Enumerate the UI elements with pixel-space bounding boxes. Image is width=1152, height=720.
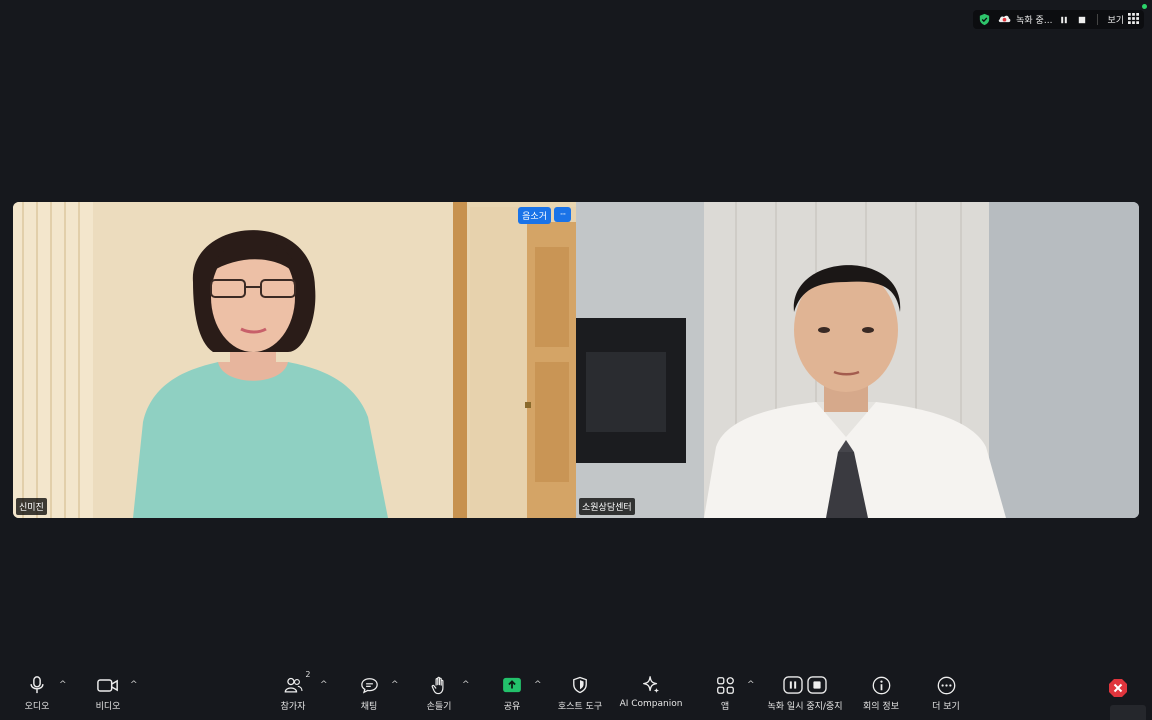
grid-icon	[1128, 12, 1139, 27]
status-dot	[1142, 4, 1147, 9]
participant-video	[13, 202, 576, 518]
more-label: 더 보기	[932, 702, 960, 712]
pause-icon[interactable]	[1058, 14, 1070, 26]
audio-label: 오디오	[24, 702, 50, 712]
raise-hand-button[interactable]: 손들기	[399, 672, 479, 712]
participant-video	[576, 202, 1139, 518]
video-tile-participant-2[interactable]: 소원상담센터	[576, 202, 1139, 518]
record-stop-icon[interactable]	[807, 676, 827, 694]
info-icon	[872, 672, 891, 698]
more-icon	[937, 672, 956, 698]
stop-icon[interactable]	[1076, 14, 1088, 26]
view-label: 보기	[1107, 16, 1124, 26]
recording-control-label: 녹화 일시 중지/중지	[767, 702, 843, 712]
chat-label: 채팅	[360, 702, 378, 712]
apps-button[interactable]: 앱	[685, 672, 765, 712]
recording-control-button[interactable]: 녹화 일시 중지/중지	[760, 672, 850, 712]
apps-label: 앱	[720, 702, 730, 712]
meeting-info-label: 회의 정보	[863, 702, 899, 712]
raise-hand-label: 손들기	[426, 702, 452, 712]
chat-options-caret[interactable]: ^	[391, 680, 399, 690]
participant-name: 소원상담센터	[579, 498, 635, 515]
video-button[interactable]: 비디오	[68, 672, 148, 712]
audio-button[interactable]: 오디오	[0, 672, 77, 712]
record-pause-icon[interactable]	[783, 676, 803, 694]
tile-more-button[interactable]: ···	[554, 207, 571, 222]
end-meeting-button[interactable]	[1108, 678, 1128, 698]
participants-options-caret[interactable]: ^	[320, 680, 328, 690]
participants-button[interactable]: 2 참가자	[253, 670, 333, 712]
share-label: 공유	[503, 702, 521, 712]
people-icon: 2	[284, 670, 311, 698]
recording-control-icons	[783, 672, 827, 698]
more-button[interactable]: 더 보기	[906, 672, 986, 712]
divider	[1097, 14, 1099, 25]
participants-label: 참가자	[280, 702, 306, 712]
camera-icon	[97, 672, 119, 698]
chat-icon	[360, 672, 379, 698]
cloud-record-icon	[997, 13, 1012, 27]
hand-icon	[431, 672, 448, 698]
video-options-caret[interactable]: ^	[130, 680, 138, 690]
chat-button[interactable]: 채팅	[329, 672, 409, 712]
shield-icon[interactable]	[978, 13, 991, 26]
mute-button[interactable]: 음소거	[518, 207, 551, 224]
host-tools-button[interactable]: 호스트 도구	[540, 672, 620, 712]
mic-icon	[28, 672, 46, 698]
self-view-thumbnail[interactable]	[1110, 705, 1146, 720]
participant-name: 신미진	[16, 498, 47, 515]
host-shield-icon	[572, 672, 588, 698]
ai-companion-button[interactable]: AI Companion	[611, 672, 691, 709]
meeting-status-bar: 녹화 중... 보기	[973, 10, 1144, 29]
host-tools-label: 호스트 도구	[557, 702, 603, 712]
apps-options-caret[interactable]: ^	[747, 680, 755, 690]
audio-options-caret[interactable]: ^	[59, 680, 67, 690]
recording-label: 녹화 중...	[1016, 16, 1053, 26]
apps-icon	[716, 672, 735, 698]
recording-indicator[interactable]: 녹화 중...	[997, 13, 1052, 27]
ai-companion-label: AI Companion	[619, 699, 683, 709]
participants-count: 2	[305, 670, 311, 679]
share-icon	[502, 672, 522, 698]
video-tile-participant-1[interactable]: 신미진 음소거 ···	[13, 202, 576, 518]
view-button[interactable]: 보기	[1107, 12, 1139, 27]
sparkle-icon	[641, 672, 661, 698]
end-icon	[1109, 679, 1127, 697]
meeting-toolbar: 오디오 ^ 비디오 ^ 2 참가자 ^ 채팅 ^ 손들기 ^ 공유 ^ 호스트 …	[0, 668, 1152, 720]
reactions-options-caret[interactable]: ^	[462, 680, 470, 690]
video-label: 비디오	[95, 702, 121, 712]
